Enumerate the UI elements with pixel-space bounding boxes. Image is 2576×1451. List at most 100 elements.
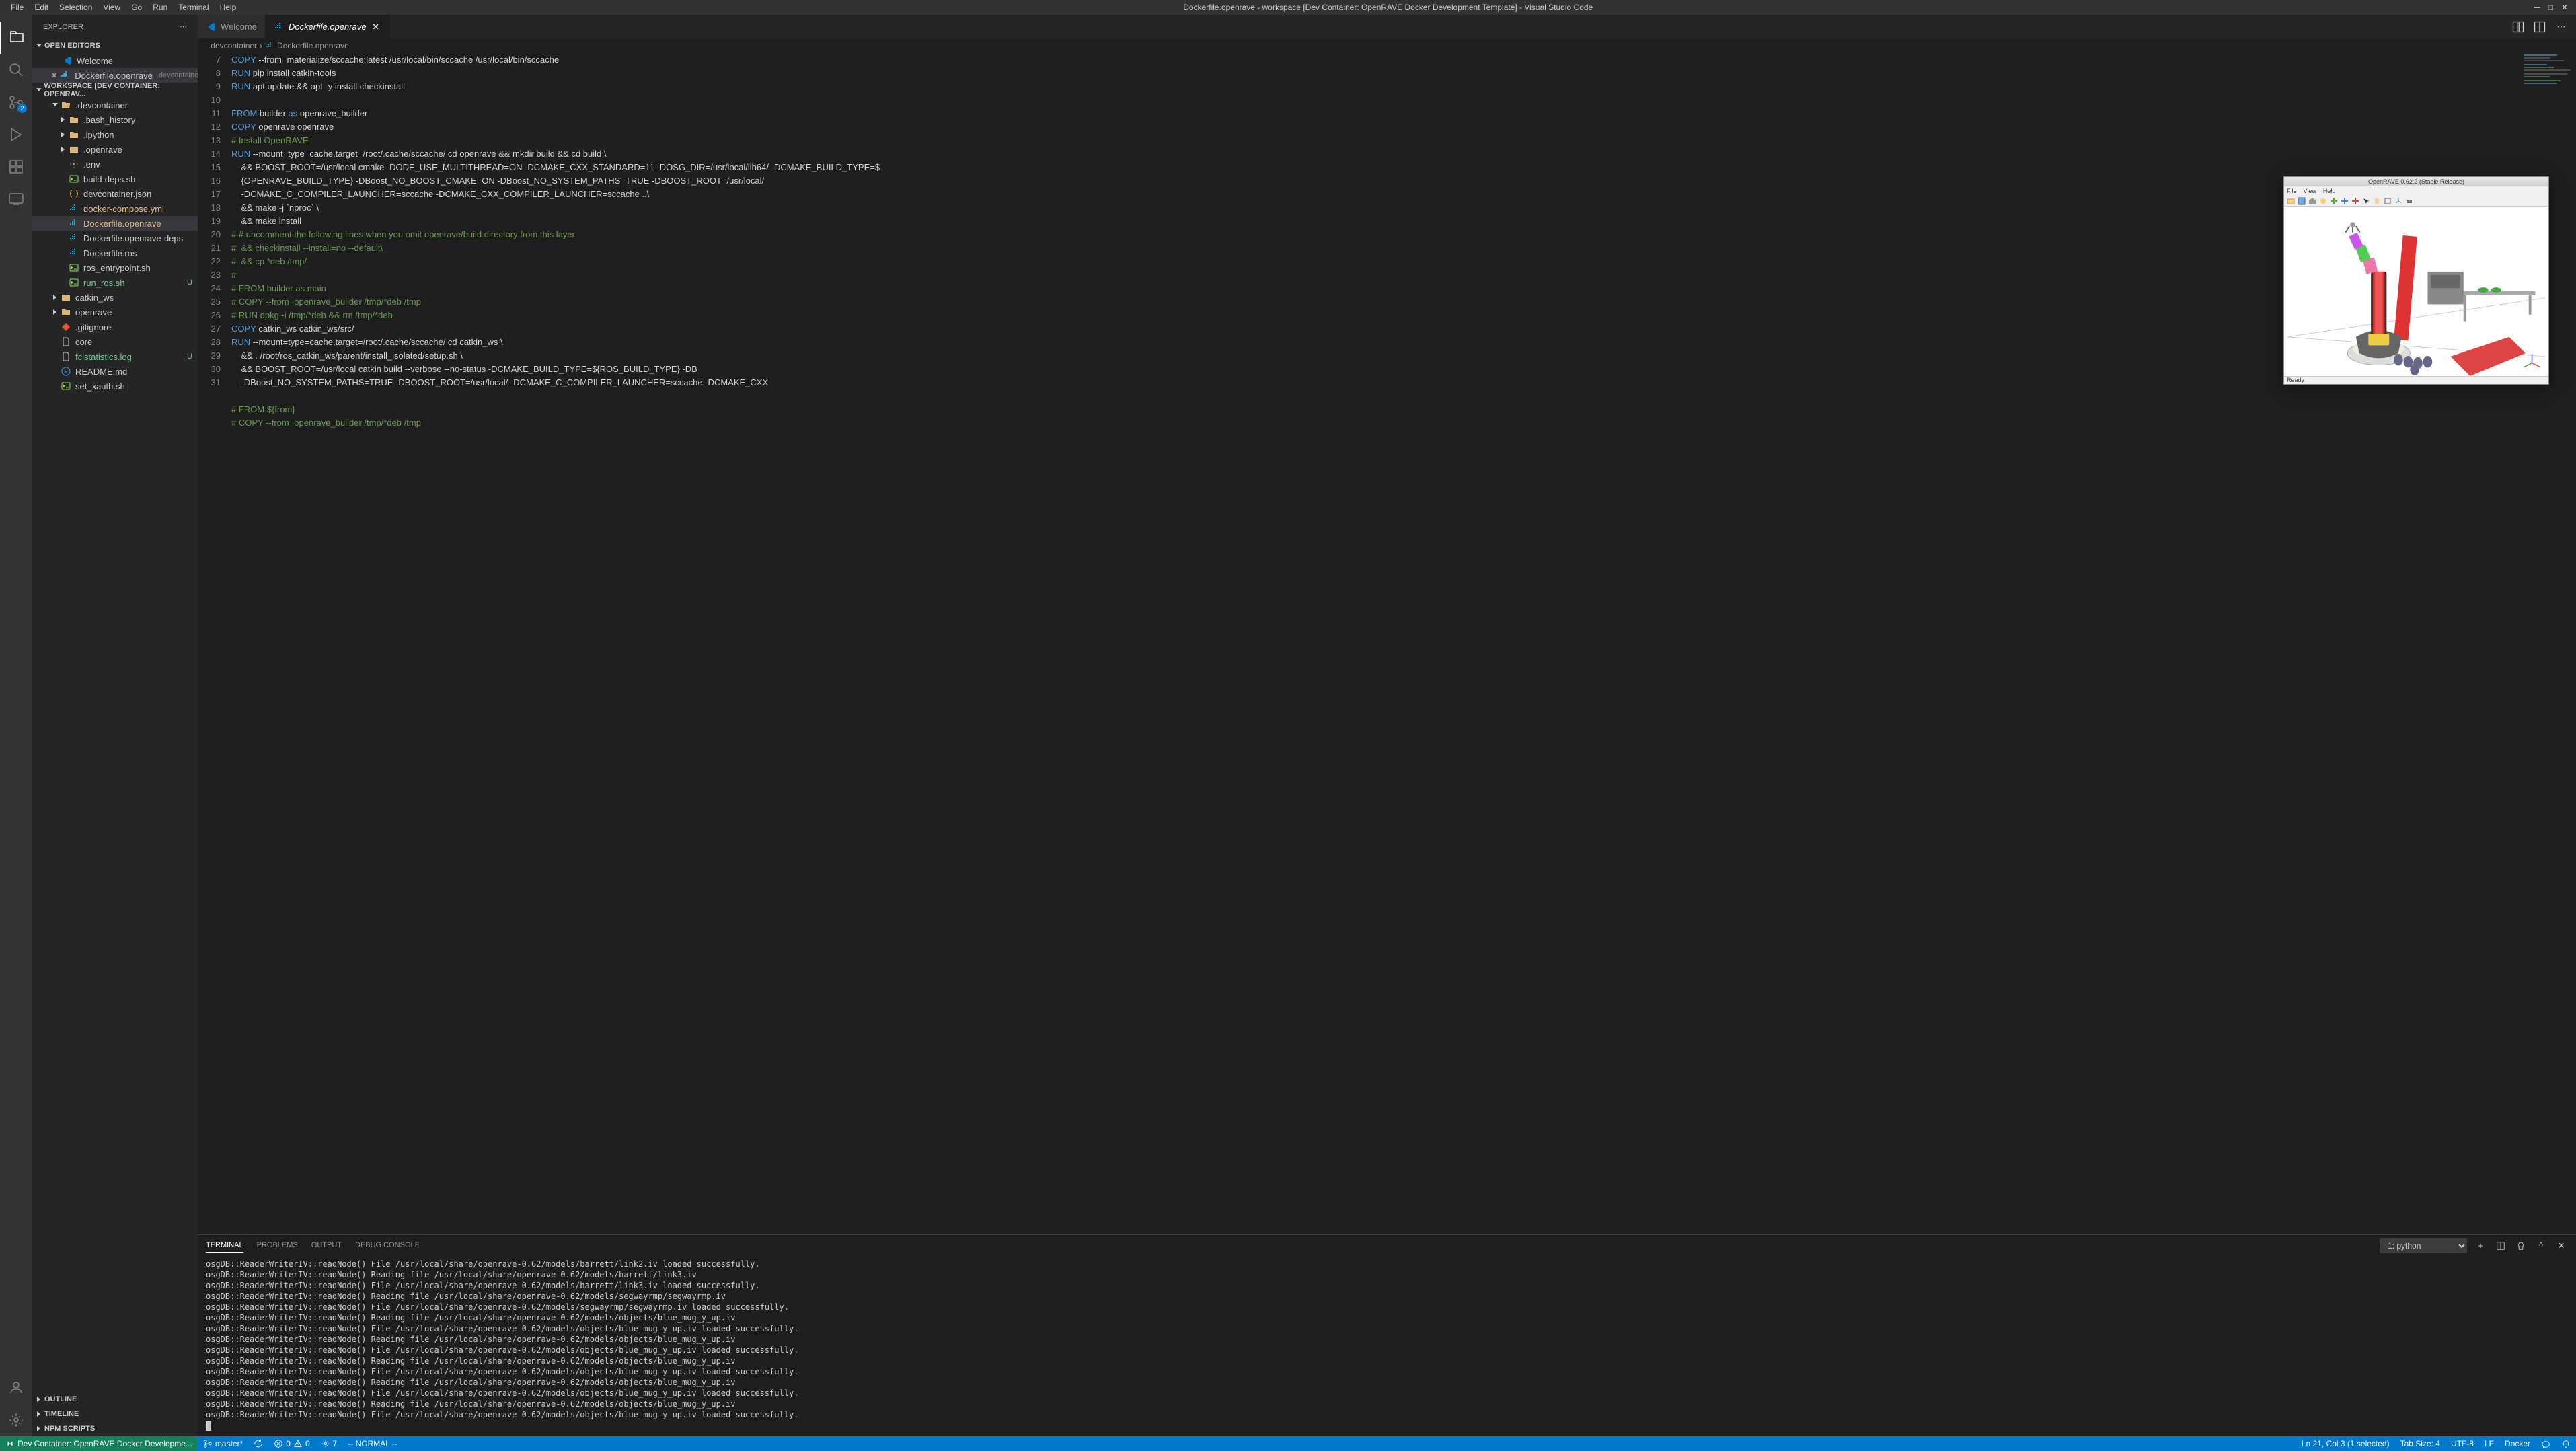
- openrave-titlebar[interactable]: OpenRAVE 0.62.2 (Stable Release): [2284, 177, 2548, 186]
- new-terminal-icon[interactable]: +: [2474, 1239, 2487, 1253]
- file-item[interactable]: Dockerfile.openrave: [32, 216, 198, 231]
- tool-light-icon[interactable]: [2319, 197, 2327, 205]
- menu-view[interactable]: View: [98, 3, 126, 12]
- ports-indicator[interactable]: 7: [315, 1439, 343, 1448]
- search-activity[interactable]: [0, 54, 32, 86]
- tab-bar: WelcomeDockerfile.openrave✕ ⋯: [198, 15, 2576, 38]
- split-terminal-icon[interactable]: [2494, 1239, 2507, 1253]
- debug-activity[interactable]: [0, 118, 32, 151]
- statusbar: Dev Container: OpenRAVE Docker Developme…: [0, 1436, 2576, 1451]
- explorer-activity[interactable]: [0, 22, 32, 54]
- file-item[interactable]: docker-compose.yml: [32, 201, 198, 216]
- openrave-menu-help[interactable]: Help: [2323, 188, 2336, 194]
- bell-icon[interactable]: [2556, 1439, 2576, 1448]
- panel-tab-terminal[interactable]: TERMINAL: [206, 1238, 243, 1253]
- close-panel-icon[interactable]: ✕: [2554, 1239, 2568, 1253]
- breadcrumb[interactable]: .devcontainer › Dockerfile.openrave: [198, 38, 2576, 53]
- menu-go[interactable]: Go: [126, 3, 147, 12]
- more-icon[interactable]: ⋯: [2554, 20, 2568, 34]
- tool-box-icon[interactable]: [2384, 197, 2392, 205]
- file-item[interactable]: .env: [32, 157, 198, 172]
- file-item[interactable]: set_xauth.sh: [32, 379, 198, 394]
- feedback-icon[interactable]: [2536, 1439, 2556, 1448]
- tool-cursor-icon[interactable]: [2362, 197, 2370, 205]
- panel-tab-output[interactable]: OUTPUT: [311, 1238, 342, 1253]
- tool-plus-red-icon[interactable]: [2351, 197, 2359, 205]
- panel-tab-problems[interactable]: PROBLEMS: [257, 1238, 298, 1253]
- file-item[interactable]: devcontainer.json: [32, 186, 198, 201]
- minimize-icon[interactable]: ─: [2534, 3, 2540, 12]
- tool-axis-icon[interactable]: [2394, 197, 2402, 205]
- tool-camera-icon[interactable]: [2405, 197, 2413, 205]
- openrave-menu-view[interactable]: View: [2304, 188, 2316, 194]
- compare-icon[interactable]: [2511, 20, 2525, 34]
- menu-run[interactable]: Run: [147, 3, 173, 12]
- tool-save-icon[interactable]: [2298, 197, 2306, 205]
- menu-help[interactable]: Help: [215, 3, 242, 12]
- menu-file[interactable]: File: [5, 3, 29, 12]
- file-item[interactable]: run_ros.shU: [32, 275, 198, 290]
- minimap[interactable]: [2522, 53, 2576, 188]
- encoding[interactable]: UTF-8: [2446, 1439, 2479, 1448]
- menu-terminal[interactable]: Terminal: [173, 3, 214, 12]
- file-item[interactable]: Dockerfile.ros: [32, 246, 198, 260]
- folder-item[interactable]: .bash_history: [32, 112, 198, 127]
- more-icon[interactable]: ⋯: [180, 22, 187, 31]
- workspace-header[interactable]: WORKSPACE [DEV CONTAINER: OPENRAV...: [32, 83, 198, 98]
- panel-tab-debug-console[interactable]: DEBUG CONSOLE: [355, 1238, 420, 1253]
- file-item[interactable]: build-deps.sh: [32, 172, 198, 186]
- editor-tab[interactable]: Welcome: [198, 15, 266, 38]
- file-item[interactable]: .gitignore: [32, 320, 198, 334]
- openrave-toolbar: [2284, 196, 2548, 207]
- open-editors-header[interactable]: OPEN EDITORS: [32, 38, 198, 53]
- tool-open-icon[interactable]: [2287, 197, 2295, 205]
- tool-home-icon[interactable]: [2308, 197, 2316, 205]
- folder-item[interactable]: catkin_ws: [32, 290, 198, 305]
- settings-activity[interactable]: [0, 1404, 32, 1436]
- menu-selection[interactable]: Selection: [54, 3, 98, 12]
- close-tab-icon[interactable]: ✕: [371, 22, 381, 32]
- file-item[interactable]: fclstatistics.logU: [32, 349, 198, 364]
- menu-edit[interactable]: Edit: [29, 3, 54, 12]
- file-item[interactable]: core: [32, 334, 198, 349]
- terminal-output[interactable]: osgDB::ReaderWriterIV::readNode() File /…: [198, 1256, 2576, 1436]
- terminal-select[interactable]: 1: python: [2380, 1238, 2467, 1253]
- tool-hand-icon[interactable]: [2373, 197, 2381, 205]
- timeline-header[interactable]: TIMELINE: [32, 1407, 198, 1421]
- kill-terminal-icon[interactable]: [2514, 1239, 2528, 1253]
- editor-tab[interactable]: Dockerfile.openrave✕: [266, 15, 390, 38]
- open-editor-item[interactable]: ✕Dockerfile.openrave.devcontainer: [32, 68, 198, 83]
- editor-content[interactable]: 7891011121314151617181920212223242526272…: [198, 53, 2576, 1234]
- tool-plus-blue-icon[interactable]: [2341, 197, 2349, 205]
- openrave-menu-file[interactable]: File: [2287, 188, 2297, 194]
- folder-item[interactable]: .openrave: [32, 142, 198, 157]
- npm-header[interactable]: NPM SCRIPTS: [32, 1421, 198, 1436]
- language-mode[interactable]: Docker: [2499, 1439, 2536, 1448]
- remote-activity[interactable]: [0, 183, 32, 215]
- tab-size[interactable]: Tab Size: 4: [2395, 1439, 2446, 1448]
- maximize-icon[interactable]: □: [2548, 3, 2553, 12]
- openrave-viewport[interactable]: [2284, 207, 2548, 376]
- split-icon[interactable]: [2533, 20, 2546, 34]
- branch-indicator[interactable]: master*: [198, 1439, 248, 1448]
- eol[interactable]: LF: [2479, 1439, 2499, 1448]
- cursor-position[interactable]: Ln 21, Col 3 (1 selected): [2296, 1439, 2395, 1448]
- close-icon[interactable]: ✕: [2561, 3, 2568, 12]
- file-item[interactable]: README.md: [32, 364, 198, 379]
- file-item[interactable]: Dockerfile.openrave-deps: [32, 231, 198, 246]
- outline-header[interactable]: OUTLINE: [32, 1392, 198, 1407]
- folder-item[interactable]: .ipython: [32, 127, 198, 142]
- extensions-activity[interactable]: [0, 151, 32, 183]
- maximize-panel-icon[interactable]: ^: [2534, 1239, 2548, 1253]
- sync-indicator[interactable]: [248, 1439, 268, 1448]
- errors-indicator[interactable]: 0 0: [268, 1439, 315, 1448]
- scm-activity[interactable]: 2: [0, 86, 32, 118]
- folder-item[interactable]: openrave: [32, 305, 198, 320]
- open-editor-item[interactable]: Welcome: [32, 53, 198, 68]
- tool-plus-green-icon[interactable]: [2330, 197, 2338, 205]
- folder-item[interactable]: .devcontainer: [32, 98, 198, 112]
- file-item[interactable]: ros_entrypoint.sh: [32, 260, 198, 275]
- openrave-window[interactable]: OpenRAVE 0.62.2 (Stable Release) File Vi…: [2283, 176, 2549, 385]
- account-activity[interactable]: [0, 1372, 32, 1404]
- remote-indicator[interactable]: Dev Container: OpenRAVE Docker Developme…: [0, 1436, 198, 1451]
